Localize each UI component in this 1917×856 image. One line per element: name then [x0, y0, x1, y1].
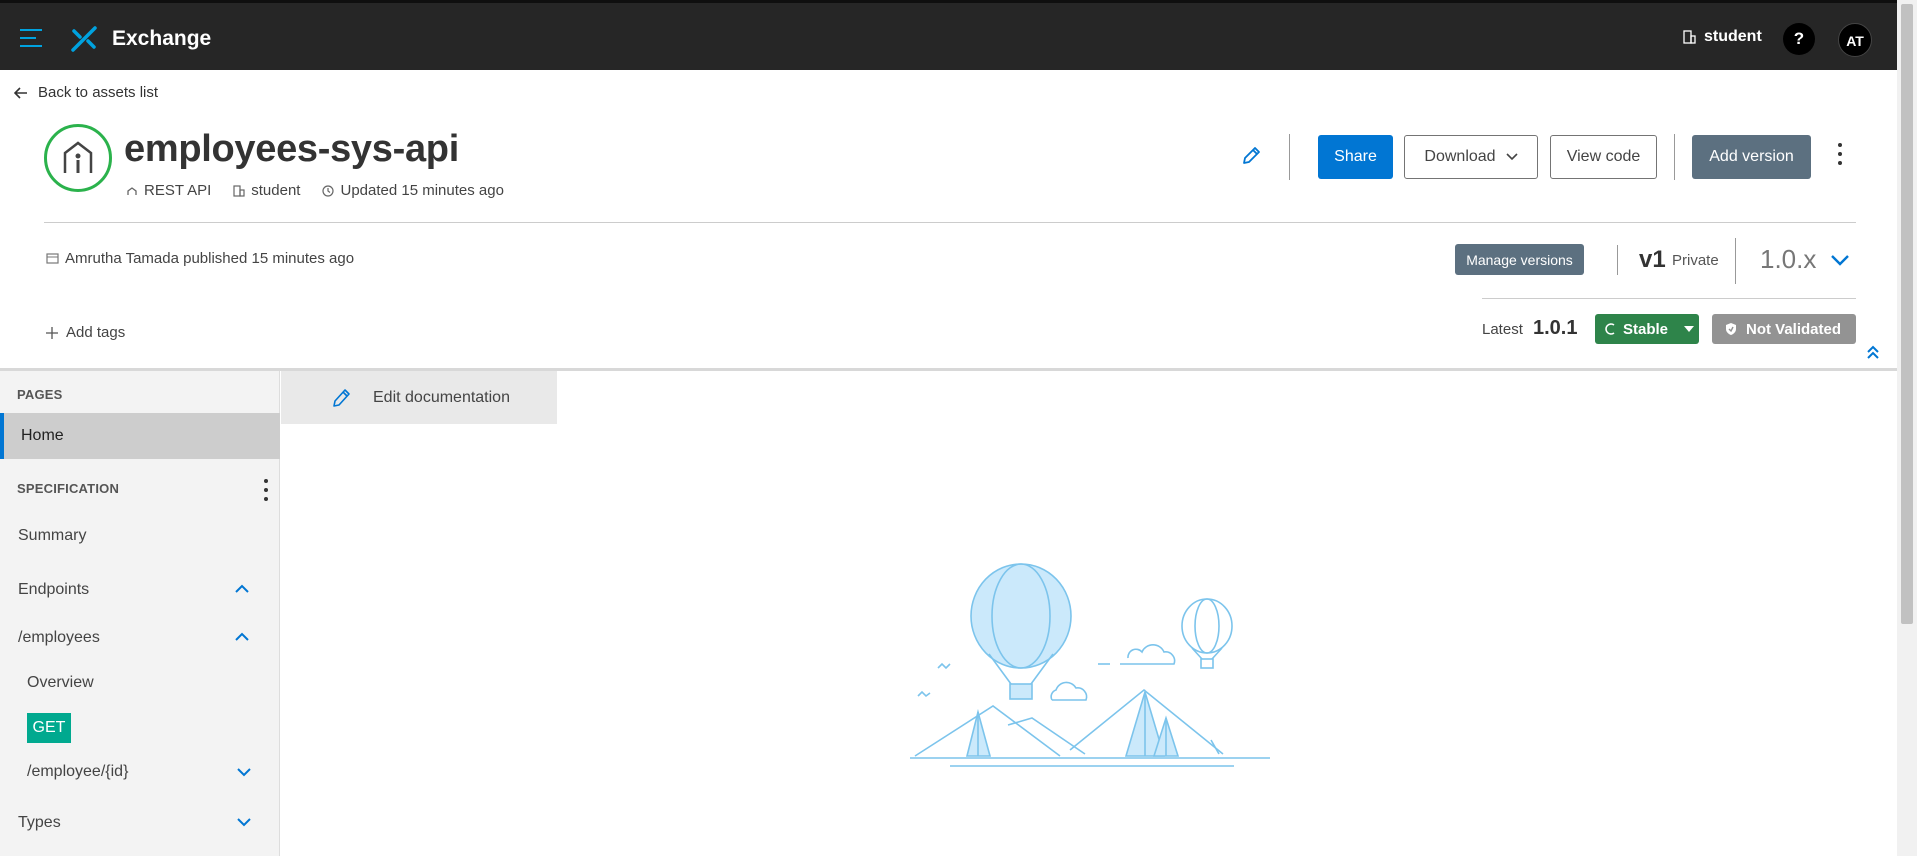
- sidebar-item-employees[interactable]: /employees: [18, 629, 100, 647]
- building-icon: [233, 184, 245, 197]
- scroll-thumb[interactable]: [1901, 4, 1913, 624]
- pages-section-title: PAGES: [17, 387, 63, 402]
- top-navbar: Exchange student ? AT: [0, 0, 1897, 70]
- published-info: Amrutha Tamada published 15 minutes ago: [46, 250, 354, 267]
- not-validated-label: Not Validated: [1746, 320, 1842, 338]
- arrow-left-icon: [14, 86, 27, 99]
- not-validated-badge[interactable]: Not Validated: [1712, 314, 1856, 344]
- latest-version: 1.0.1: [1533, 317, 1578, 339]
- avatar[interactable]: AT: [1838, 23, 1872, 57]
- version-select-value: 1.0.x: [1760, 244, 1817, 274]
- spec-more-options-icon[interactable]: [263, 479, 269, 501]
- manage-versions-button[interactable]: Manage versions: [1455, 244, 1584, 275]
- divider: [1482, 298, 1856, 299]
- download-label: Download: [1424, 148, 1496, 165]
- api-house-icon: [63, 141, 93, 173]
- chevron-down-icon[interactable]: [237, 817, 251, 827]
- asset-updated: Updated 15 minutes ago: [322, 182, 504, 199]
- api-icon: [127, 186, 137, 195]
- sidebar-item-types[interactable]: Types: [18, 814, 61, 832]
- page-scrollbar[interactable]: [1897, 0, 1917, 856]
- add-tags-button[interactable]: Add tags: [46, 324, 125, 341]
- sidebar-item-summary[interactable]: Summary: [18, 527, 86, 545]
- help-button[interactable]: ?: [1783, 23, 1815, 55]
- view-code-button[interactable]: View code: [1550, 135, 1657, 179]
- latest-label: Latest: [1482, 321, 1523, 338]
- specification-section-title: SPECIFICATION: [17, 481, 120, 496]
- hot-air-balloon-illustration: [910, 563, 1270, 767]
- menu-icon[interactable]: [20, 29, 44, 47]
- divider: [1735, 238, 1736, 284]
- back-to-assets-link[interactable]: Back to assets list: [14, 84, 158, 101]
- collapse-up-icon[interactable]: [1866, 344, 1880, 360]
- add-version-button[interactable]: Add version: [1692, 135, 1811, 179]
- download-button[interactable]: Download: [1404, 135, 1538, 179]
- chevron-down-icon: [1831, 254, 1850, 266]
- plus-icon: [46, 326, 58, 339]
- more-options-icon[interactable]: [1836, 143, 1844, 171]
- published-label: Amrutha Tamada published 15 minutes ago: [65, 250, 355, 267]
- get-method-badge[interactable]: GET: [27, 713, 71, 743]
- clock-icon: [322, 184, 335, 197]
- building-icon: [1683, 30, 1696, 44]
- divider: [44, 222, 1856, 223]
- edit-pencil-icon[interactable]: [1240, 145, 1262, 167]
- asset-type-label: REST API: [144, 182, 212, 199]
- add-tags-label: Add tags: [66, 324, 126, 341]
- org-name: student: [1704, 28, 1762, 45]
- sidebar: PAGES Home SPECIFICATION Summary Endpoin…: [0, 371, 280, 856]
- edit-documentation-label: Edit documentation: [373, 388, 510, 406]
- stable-label: Stable: [1623, 320, 1669, 338]
- asset-title: employees-sys-api: [124, 128, 459, 170]
- edit-documentation-button[interactable]: Edit documentation: [281, 371, 557, 424]
- asset-icon: [44, 124, 112, 192]
- sidebar-item-overview[interactable]: Overview: [27, 674, 94, 692]
- asset-org: student: [233, 182, 300, 199]
- exchange-logo-icon[interactable]: [70, 25, 98, 53]
- shield-icon: [1726, 323, 1736, 335]
- divider: [1674, 134, 1675, 180]
- version-major: v1: [1639, 246, 1666, 273]
- sidebar-item-home[interactable]: Home: [0, 413, 280, 459]
- divider: [1617, 245, 1618, 275]
- caret-down-icon: [1684, 326, 1695, 332]
- share-button[interactable]: Share: [1318, 135, 1393, 179]
- stable-status-dropdown[interactable]: Stable: [1595, 314, 1699, 344]
- asset-updated-label: Updated 15 minutes ago: [340, 182, 504, 199]
- chevron-up-icon[interactable]: [235, 584, 249, 594]
- chevron-down-icon: [1506, 153, 1518, 161]
- org-selector[interactable]: student: [1682, 28, 1762, 46]
- pencil-icon: [333, 388, 350, 407]
- back-link-label: Back to assets list: [38, 84, 159, 101]
- sidebar-item-employee-id[interactable]: /employee/{id}: [27, 763, 128, 781]
- chevron-up-icon[interactable]: [235, 632, 249, 642]
- asset-type: REST API: [126, 182, 211, 199]
- divider: [1289, 134, 1290, 180]
- version-visibility: Private: [1672, 252, 1719, 269]
- stable-icon: [1605, 323, 1615, 335]
- sidebar-item-endpoints[interactable]: Endpoints: [18, 581, 89, 599]
- asset-meta: REST API student Updated 15 minutes ago: [126, 182, 504, 199]
- asset-org-label: student: [251, 182, 301, 199]
- version-selector[interactable]: 1.0.x: [1760, 244, 1850, 275]
- calendar-icon: [46, 253, 59, 264]
- app-title[interactable]: Exchange: [112, 27, 211, 51]
- chevron-down-icon[interactable]: [237, 767, 251, 777]
